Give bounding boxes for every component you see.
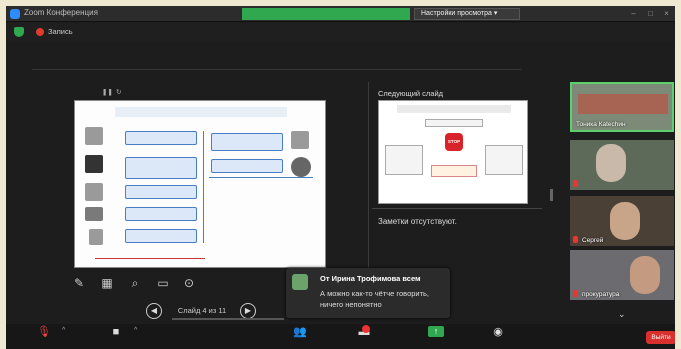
chat-notification[interactable]: От Ирина Трофимова всем А можно как-то ч… — [286, 268, 450, 318]
grid-view-icon[interactable]: ▭ — [156, 276, 170, 290]
video-feed — [610, 202, 640, 240]
recording-label[interactable]: Запись — [48, 27, 73, 36]
view-options-dropdown[interactable]: Настройки просмотра ▾ — [414, 8, 520, 20]
next-slide-box — [425, 119, 483, 127]
meeting-info-bar: Запись — [6, 23, 675, 41]
share-screen-icon: ↑ — [428, 326, 444, 337]
participant-name: прокуратура — [582, 291, 620, 298]
slide-pictogram — [89, 229, 103, 245]
prev-slide-icon[interactable]: ◀ — [146, 303, 162, 319]
mic-off-icon: 🎙 — [37, 326, 51, 338]
window-title: Zoom Конференция — [24, 8, 98, 17]
video-feed — [596, 144, 626, 182]
slide-connector — [203, 131, 204, 243]
chevron-up-icon[interactable]: ^ — [134, 327, 137, 334]
slide-box — [125, 185, 197, 199]
next-slide-box — [385, 145, 423, 175]
chat-message: А можно как-то чётче говорить, ничего не… — [320, 289, 430, 309]
slide-caption — [201, 201, 317, 223]
scrollbar-handle[interactable] — [550, 189, 553, 201]
slide-timer-row: ❚❚ ↻ — [70, 88, 326, 98]
chevron-down-icon[interactable]: ⌄ — [618, 309, 626, 320]
next-slide-heading — [397, 105, 511, 113]
stop-sign-icon: STOP — [445, 133, 463, 151]
chat-sender: От Ирина Трофимова всем — [320, 274, 421, 283]
zoom-logo-icon — [10, 9, 20, 19]
slide-box — [125, 229, 197, 243]
pen-icon[interactable]: ✎ — [72, 276, 86, 290]
next-slide-preview[interactable]: STOP — [378, 100, 528, 204]
pause-icon[interactable]: ❚❚ — [102, 88, 113, 96]
next-slide-icon[interactable]: ▶ — [240, 303, 256, 319]
slide-pictogram — [291, 131, 309, 149]
pane-divider[interactable] — [368, 82, 369, 272]
more-options-icon[interactable]: ⊙ — [182, 276, 196, 290]
slide-pictogram — [85, 155, 103, 173]
current-slide — [74, 100, 326, 268]
presenter-toolbar — [32, 58, 522, 70]
participants-button[interactable]: 👥 — [276, 326, 326, 349]
slide-pictogram — [85, 127, 103, 145]
slide-heading — [115, 107, 287, 117]
avatar — [292, 274, 308, 290]
mic-muted-icon — [573, 290, 578, 297]
participant-tile[interactable]: Сергей — [570, 196, 674, 246]
slide-box — [125, 131, 197, 145]
magnifier-icon[interactable]: ⌕ — [128, 276, 142, 290]
mute-button[interactable]: 🎙 ^ — [20, 326, 70, 349]
title-bar: Zoom Конференция Настройки просмотра ▾ –… — [6, 6, 675, 22]
slide-progress-bar[interactable] — [172, 318, 284, 320]
next-slide-box — [485, 145, 523, 175]
meeting-controls: 🎙 ^ ■ ^ 👥 ▬ ↑ ◉ Выйти — [6, 324, 675, 349]
camera-icon: ■ — [112, 326, 120, 338]
video-button[interactable]: ■ ^ — [92, 326, 142, 349]
zoom-window: Zoom Конференция Настройки просмотра ▾ –… — [6, 6, 675, 349]
recording-dot-icon — [36, 28, 44, 36]
next-slide-box — [431, 165, 477, 177]
participant-name: Тоника Каtechин — [576, 121, 626, 128]
chevron-up-icon[interactable]: ^ — [62, 327, 65, 334]
slide-counter: Слайд 4 из 11 — [177, 306, 227, 315]
record-icon: ◉ — [493, 326, 503, 338]
highlighter-icon[interactable]: ▦ — [100, 276, 114, 290]
share-screen-button[interactable]: ↑ — [412, 326, 462, 349]
participant-tile[interactable] — [570, 140, 674, 190]
slide-red-caption — [95, 251, 205, 259]
slide-box — [211, 159, 283, 173]
slide-box — [125, 157, 197, 179]
video-feed — [630, 256, 660, 294]
close-icon[interactable]: × — [661, 8, 672, 19]
next-slide-label: Следующий слайд — [378, 89, 444, 98]
mic-muted-icon — [573, 236, 578, 243]
record-button[interactable]: ◉ — [474, 326, 524, 349]
video-feed — [578, 94, 668, 114]
slide-box — [125, 207, 197, 221]
slide-connector — [209, 177, 313, 178]
participant-tile[interactable]: прокуратура — [570, 250, 674, 300]
security-shield-icon[interactable] — [14, 27, 24, 37]
slide-pictogram — [291, 157, 311, 177]
annotation-tools: ✎ ▦ ⌕ ▭ ⊙ — [72, 276, 202, 292]
slide-pictogram — [85, 207, 103, 221]
participants-icon: 👥 — [293, 326, 307, 338]
minimize-icon[interactable]: – — [628, 8, 639, 19]
speaker-notes: Заметки отсутствуют. — [378, 217, 457, 226]
leave-meeting-button[interactable]: Выйти — [646, 331, 675, 344]
participant-tile[interactable]: Тоника Каtechин — [570, 82, 674, 132]
slide-pictogram — [85, 183, 103, 201]
slide-box — [211, 133, 283, 151]
chat-button[interactable]: ▬ — [340, 325, 390, 349]
mic-muted-icon — [573, 180, 578, 187]
participant-name: Сергей — [582, 237, 604, 244]
maximize-icon[interactable]: □ — [645, 8, 656, 19]
viewing-screen-banner — [242, 8, 410, 20]
reset-icon[interactable]: ↻ — [116, 88, 121, 96]
notes-divider — [372, 208, 542, 209]
